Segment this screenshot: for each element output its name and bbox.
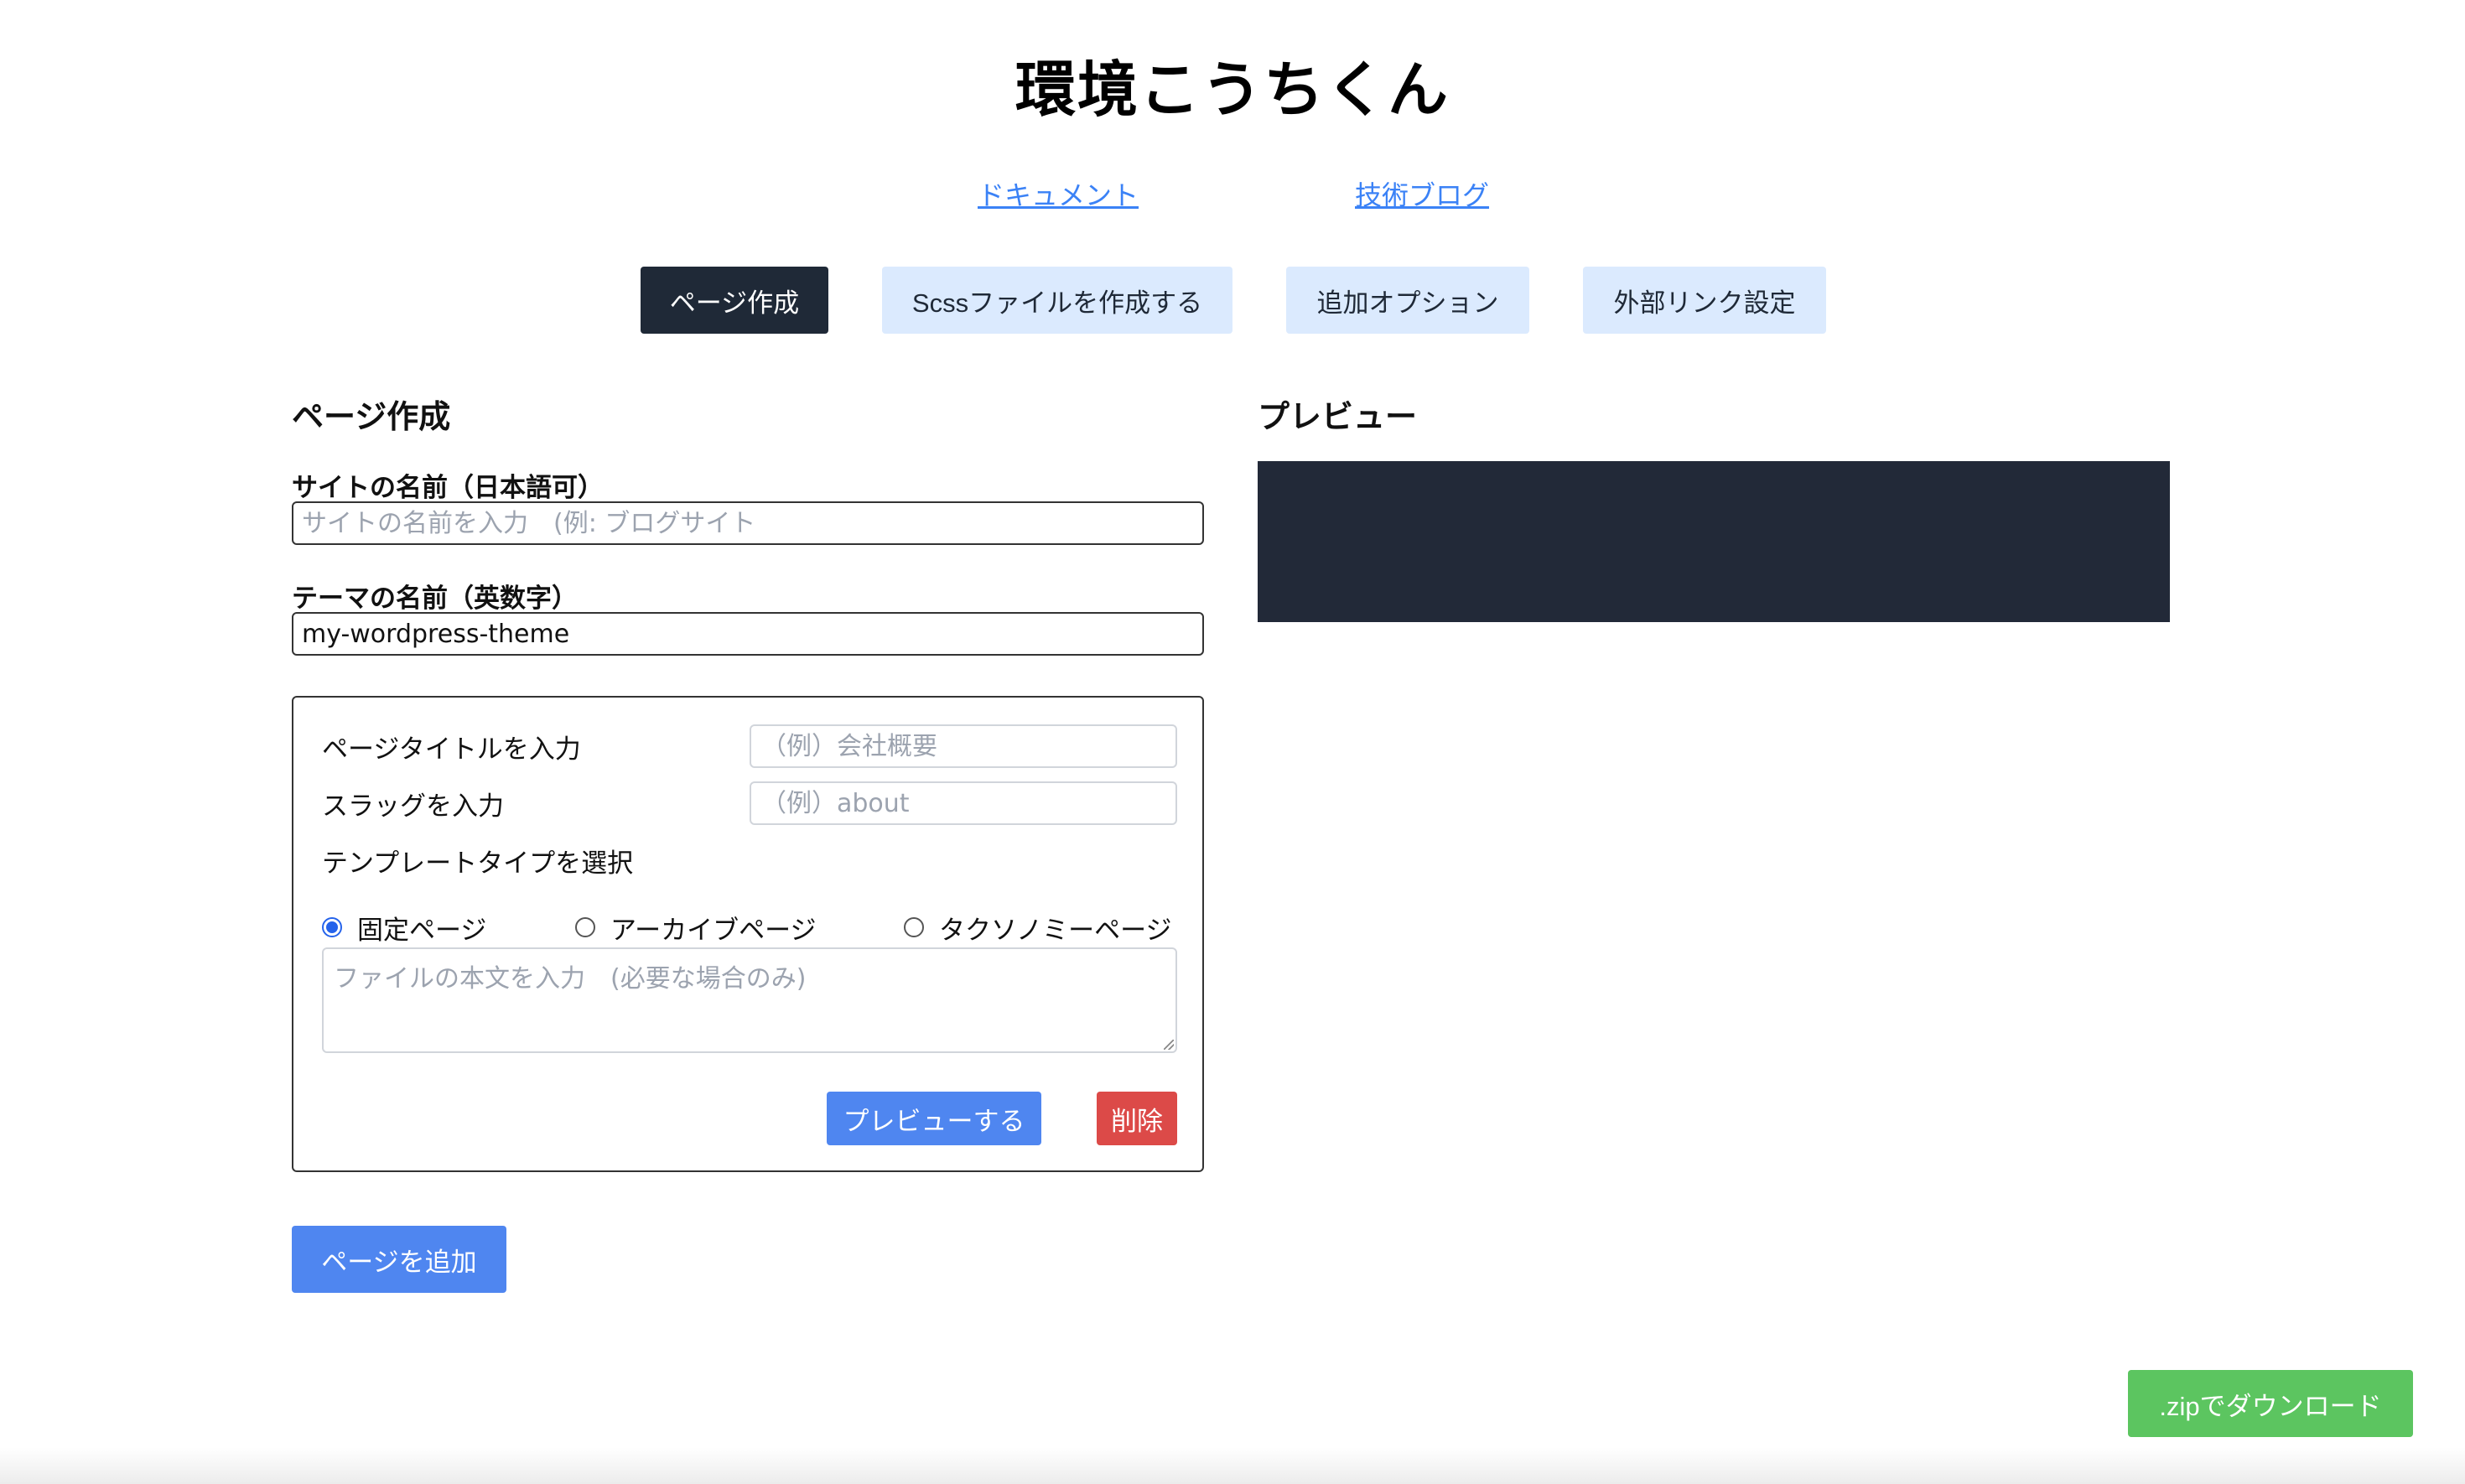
resize-grip-icon[interactable] — [1164, 1040, 1174, 1050]
preview-area — [1258, 461, 2170, 622]
slug-label: スラッグを入力 — [322, 791, 504, 822]
slug-input[interactable] — [750, 781, 1177, 825]
radio-fixed-page[interactable]: 固定ページ — [322, 911, 487, 946]
radio-unchecked-icon[interactable] — [904, 917, 924, 937]
app-title: 環境こうちくん — [1015, 54, 1450, 125]
tab-external-links[interactable]: 外部リンク設定 — [1583, 267, 1826, 334]
site-name-label: サイトの名前（日本語可） — [292, 473, 604, 503]
page-title-input[interactable] — [750, 724, 1177, 768]
add-page-button[interactable]: ページを追加 — [292, 1226, 506, 1293]
nav-link-tech-blog[interactable]: 技術ブログ — [1355, 174, 1489, 213]
site-name-input[interactable] — [292, 501, 1204, 545]
download-zip-button[interactable]: .zipでダウンロード — [2128, 1370, 2413, 1437]
tab-scss-create[interactable]: Scssファイルを作成する — [882, 267, 1232, 334]
radio-checked-icon[interactable] — [322, 917, 342, 937]
template-type-label: テンプレートタイプを選択 — [322, 848, 634, 879]
preview-button[interactable]: プレビューする — [827, 1092, 1041, 1145]
radio-taxonomy-page[interactable]: タクソノミーページ — [904, 911, 1172, 946]
radio-fixed-page-label: 固定ページ — [357, 915, 487, 946]
page-card: ページタイトルを入力 スラッグを入力 テンプレートタイプを選択 固定ページ アー… — [292, 696, 1204, 1172]
radio-archive-page[interactable]: アーカイブページ — [575, 911, 817, 946]
radio-archive-page-label: アーカイブページ — [610, 915, 817, 946]
theme-name-input[interactable] — [292, 612, 1204, 656]
app-root: 環境こうちくん ドキュメント 技術ブログ ページ作成 Scssファイルを作成する… — [0, 0, 2465, 1484]
tab-extra-options[interactable]: 追加オプション — [1286, 267, 1529, 334]
section-title-preview: プレビュー — [1258, 398, 1418, 435]
window-bottom-edge — [0, 1447, 2465, 1484]
theme-name-label: テーマの名前（英数字） — [292, 584, 578, 614]
page-title-label: ページタイトルを入力 — [322, 734, 581, 765]
nav-link-documents[interactable]: ドキュメント — [978, 174, 1139, 213]
section-title-page-create: ページ作成 — [292, 398, 451, 435]
tab-page-create[interactable]: ページ作成 — [641, 267, 828, 334]
radio-unchecked-icon[interactable] — [575, 917, 595, 937]
delete-button[interactable]: 削除 — [1097, 1092, 1177, 1145]
radio-taxonomy-page-label: タクソノミーページ — [939, 915, 1172, 946]
file-body-textarea[interactable] — [322, 947, 1177, 1053]
